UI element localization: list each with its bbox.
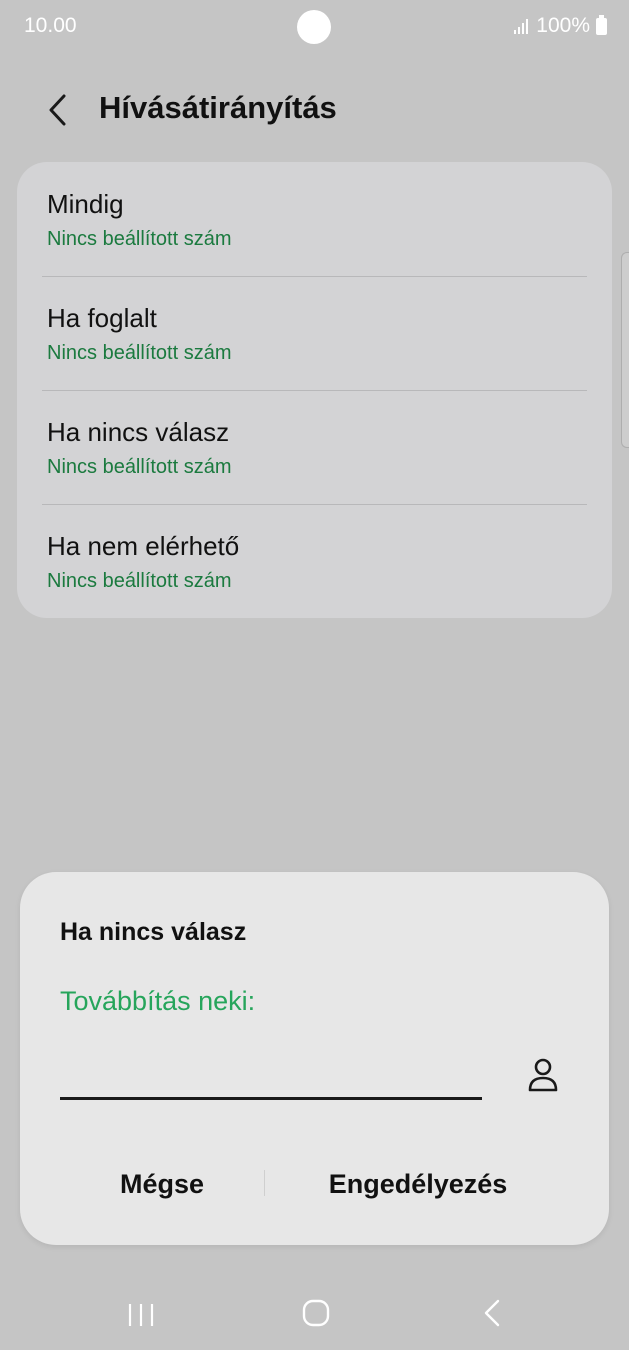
button-separator: [264, 1170, 265, 1196]
status-time: 10.00: [24, 14, 77, 37]
home-icon: [302, 1299, 330, 1327]
back-icon: [484, 1299, 500, 1327]
forward-to-label: Továbbítás neki:: [60, 986, 256, 1016]
battery-icon: [596, 14, 607, 35]
option-status: Nincs beállított szám: [47, 342, 232, 364]
enable-button[interactable]: Engedélyezés: [288, 1162, 548, 1206]
option-title: Mindig: [47, 189, 124, 219]
dialog-title: Ha nincs válasz: [60, 918, 247, 946]
recents-icon: [128, 1304, 154, 1326]
chevron-left-icon: [49, 94, 66, 126]
camera-cutout: [297, 10, 331, 44]
app-header: Hívásátirányítás: [0, 80, 629, 142]
contact-picker-button[interactable]: [520, 1052, 566, 1098]
page-title: Hívásátirányítás: [99, 90, 337, 125]
forwarding-options-card: Mindig Nincs beállított szám Ha foglalt …: [17, 162, 612, 618]
option-title: Ha nem elérhető: [47, 531, 240, 561]
battery-percentage: 100%: [536, 14, 590, 37]
option-title: Ha nincs válasz: [47, 417, 230, 447]
option-status: Nincs beállított szám: [47, 228, 232, 250]
option-status: Nincs beállított szám: [47, 456, 232, 478]
status-right: 100%: [514, 14, 607, 38]
person-icon: [528, 1058, 558, 1092]
scroll-handle[interactable]: [621, 252, 629, 448]
option-status: Nincs beállított szám: [47, 570, 232, 592]
forwarding-option-busy[interactable]: Ha foglalt Nincs beállított szám: [17, 276, 612, 390]
back-button[interactable]: [38, 90, 78, 130]
no-answer-dialog: Ha nincs válasz Továbbítás neki: Mégse E…: [20, 872, 609, 1245]
status-bar: 10.00 100%: [0, 0, 629, 54]
option-title: Ha foglalt: [47, 303, 157, 333]
forwarding-option-no-answer[interactable]: Ha nincs válasz Nincs beállított szám: [17, 390, 612, 504]
navigation-bar: [0, 1280, 629, 1350]
forwarding-option-always[interactable]: Mindig Nincs beállított szám: [17, 162, 612, 276]
recents-button[interactable]: [126, 1300, 156, 1330]
forwarding-option-unreachable[interactable]: Ha nem elérhető Nincs beállított szám: [17, 504, 612, 618]
cancel-button[interactable]: Mégse: [80, 1162, 244, 1206]
forward-number-input[interactable]: [60, 1042, 482, 1100]
signal-icon: [514, 18, 529, 34]
nav-back-button[interactable]: [480, 1298, 506, 1328]
home-button[interactable]: [301, 1298, 331, 1328]
